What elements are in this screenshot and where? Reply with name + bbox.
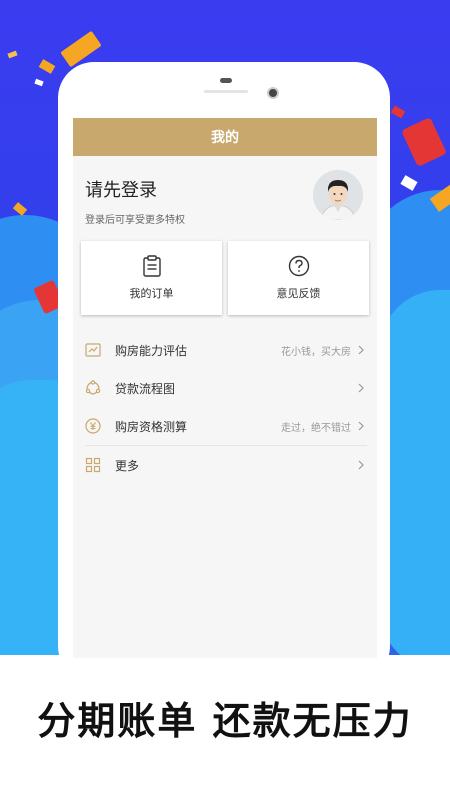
menu-item-more[interactable]: 更多 bbox=[73, 446, 377, 484]
login-subtitle: 登录后可享受更多特权 bbox=[85, 215, 185, 226]
clipboard-icon bbox=[142, 255, 161, 277]
menu-item-label: 贷款流程图 bbox=[115, 381, 176, 396]
grid-icon bbox=[85, 457, 101, 473]
chevron-right-icon bbox=[358, 345, 364, 355]
chart-card-icon bbox=[85, 343, 101, 357]
menu-item-label: 购房能力评估 bbox=[115, 343, 188, 358]
chevron-right-icon bbox=[358, 421, 364, 431]
question-circle-icon bbox=[288, 255, 309, 277]
phone-camera bbox=[267, 87, 279, 99]
confetti-shape bbox=[12, 202, 28, 216]
menu-item-loan-flow[interactable]: 贷款流程图 bbox=[73, 369, 377, 407]
phone-speaker-grill bbox=[204, 90, 248, 93]
user-avatar-icon bbox=[313, 170, 363, 220]
feedback-button[interactable]: 意见反馈 bbox=[228, 241, 369, 315]
confetti-shape bbox=[38, 59, 56, 74]
cloud-shape bbox=[380, 290, 450, 655]
confetti-shape bbox=[7, 50, 18, 59]
confetti-shape bbox=[390, 105, 406, 119]
quick-actions: 我的订单 意见反馈 bbox=[81, 241, 369, 315]
card-label: 我的订单 bbox=[129, 287, 174, 300]
menu-list: 购房能力评估 花小钱，买大房 贷款流程图 购房资格测算 走过，绝不错过 更多 bbox=[73, 331, 377, 484]
menu-item-qualification[interactable]: 购房资格测算 走过，绝不错过 bbox=[73, 407, 377, 445]
menu-item-affordability[interactable]: 购房能力评估 花小钱，买大房 bbox=[73, 331, 377, 369]
my-orders-button[interactable]: 我的订单 bbox=[81, 241, 222, 315]
menu-item-hint: 花小钱，买大房 bbox=[281, 346, 351, 358]
page-title: 我的 bbox=[73, 118, 377, 156]
chevron-right-icon bbox=[358, 460, 364, 470]
confetti-shape bbox=[34, 78, 44, 87]
app-screen: 我的 请先登录 登录后可享受更多特权 我的订单 意见反馈 购房能力评估 花小钱，… bbox=[73, 118, 377, 658]
menu-item-label: 购房资格测算 bbox=[115, 419, 188, 434]
menu-item-hint: 走过，绝不错过 bbox=[281, 422, 351, 434]
avatar[interactable] bbox=[313, 170, 363, 220]
chevron-right-icon bbox=[358, 383, 364, 393]
promo-tagline: 分期账单 还款无压力 bbox=[37, 699, 413, 743]
card-label: 意见反馈 bbox=[276, 287, 321, 300]
flow-icon bbox=[85, 380, 101, 395]
yuan-coin-icon bbox=[85, 418, 101, 434]
confetti-shape bbox=[400, 175, 418, 191]
login-prompt[interactable]: 请先登录 bbox=[85, 176, 157, 202]
menu-item-label: 更多 bbox=[115, 458, 140, 473]
red-envelope-shape bbox=[401, 117, 447, 167]
phone-speaker bbox=[220, 78, 232, 83]
